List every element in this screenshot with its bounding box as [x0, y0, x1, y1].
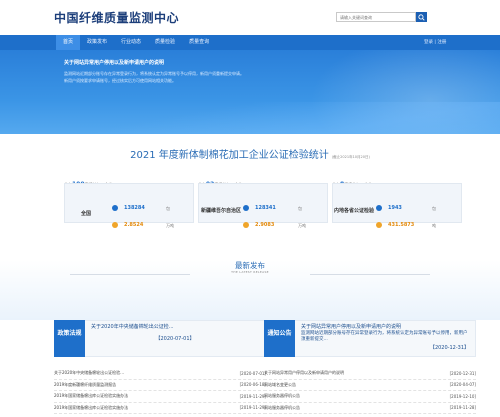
banner-title: 关于网站异常用户停用以及新申请用户的说明 — [64, 60, 165, 66]
weight-value: 2.8524 — [124, 222, 144, 228]
stats-subtitle: (截止2021年10月20日) — [331, 155, 370, 159]
site-header: 中国纤维质量监测中心 — [0, 0, 500, 35]
bullet-icon — [243, 222, 249, 228]
notice-list: 关于网站异常用户停用以及新申请用户的说明 [2020-12-31] 网站域名变更公… — [264, 368, 476, 414]
bales-unit: 包 — [432, 206, 436, 211]
bullet-icon — [243, 205, 249, 211]
featured-date: 【2020-07-01】 — [155, 336, 195, 342]
stat-label: 内地各省公证检验 — [334, 208, 375, 214]
stat-weight-row: 2.8524 — [112, 222, 143, 228]
stat-label: 新疆维吾尔自治区 — [201, 208, 242, 214]
main-nav: 首页 政策发布 行业动态 质量检验 质量查询 登录 | 注册 — [0, 35, 500, 50]
banner-line: 监测网站近期部分账号存在异常登录行为，将系统认定为异常账号予以停用，新用户须重新… — [64, 71, 244, 76]
banner-announcement[interactable]: 关于网站异常用户停用以及新申请用户的说明 监测网站近期部分账号存在异常登录行为，… — [64, 59, 344, 109]
stat-card-xinjiang[interactable] — [198, 183, 328, 223]
tab-policy[interactable]: 政策法规 — [54, 320, 85, 357]
stat-bales-row: 138284 — [112, 205, 145, 211]
search-input[interactable] — [337, 13, 415, 21]
divider — [310, 274, 430, 275]
notice-featured-item[interactable]: 关于网站异常用户停用以及新申请用户的说明 监测网站近期部分账号存在异常登录行为，… — [295, 320, 476, 357]
weight-unit: 万吨 — [166, 223, 174, 228]
list-item[interactable]: 网站域名变更公告 [2020-04-07] — [264, 380, 476, 391]
nav-item-industry[interactable]: 行业动态 — [114, 35, 148, 50]
stats-heading: 2021 年度新体制棉花加工企业公证检验统计 (截止2021年10月20日) — [0, 146, 500, 161]
nav-item-inspection[interactable]: 质量检验 — [148, 35, 182, 50]
stat-card-national[interactable] — [64, 183, 194, 223]
nav-item-home[interactable]: 首页 — [56, 35, 81, 50]
hero-banner: 关于网站异常用户停用以及新申请用户的说明 监测网站近期部分账号存在异常登录行为，… — [0, 50, 500, 134]
search-field-wrapper — [336, 12, 416, 22]
weight-unit: 吨 — [432, 223, 436, 228]
search-icon — [418, 13, 425, 21]
nav-item-query[interactable]: 质量查询 — [182, 35, 216, 50]
bullet-icon — [112, 222, 118, 228]
divider — [70, 274, 190, 275]
bales-value: 128341 — [255, 205, 276, 211]
list-item[interactable]: 关于网站异常用户停用以及新申请用户的说明 [2020-12-31] — [264, 368, 476, 380]
bullet-icon — [376, 222, 382, 228]
list-item[interactable]: 网站服务器停机公告 [2019-12-10] — [264, 391, 476, 403]
featured-date: 【2020-12-31】 — [429, 345, 469, 351]
stats-title: 2021 年度新体制棉花加工企业公证检验统计 — [130, 150, 329, 161]
bales-value: 138284 — [124, 205, 145, 211]
bales-unit: 包 — [166, 206, 170, 211]
weight-value: 2.9083 — [255, 222, 275, 228]
policy-list: 关于2020年中央储备棉轮出公证检验... [2020-07-01] 2019年度… — [54, 368, 266, 414]
site-title[interactable]: 中国纤维质量监测中心 — [54, 9, 179, 26]
list-item[interactable]: 2019年国家储备棉出库公证检验实施办法 [2019-11-29] — [54, 391, 266, 403]
stat-bales-row: 128341 — [243, 205, 276, 211]
notice-panel: 通知公告 关于网站异常用户停用以及新申请用户的说明 监测网站近期部分账号存在异常… — [264, 320, 476, 417]
bales-unit: 包 — [298, 206, 302, 211]
policy-featured-item[interactable]: 关于2020年中央储备棉轮出公证检... 【2020-07-01】 — [85, 320, 266, 357]
stat-weight-row: 2.9083 — [243, 222, 274, 228]
featured-text: 监测网站近期部分账号存在异常登录行为，将系统认定为异常账号予以停用，新用户须重新… — [301, 331, 468, 342]
latest-subtitle: THE LATEST RELEASE — [231, 270, 269, 274]
banner-line: 新用户须按要求申请账号，经过核实后方可使用网站相关功能。 — [64, 78, 176, 83]
policy-panel: 政策法规 关于2020年中央储备棉轮出公证检... 【2020-07-01】 关… — [54, 320, 266, 417]
bales-value: 1943 — [388, 205, 402, 211]
login-register-links[interactable]: 登录 | 注册 — [424, 35, 446, 50]
featured-title: 关于2020年中央储备棉轮出公证检... — [91, 324, 174, 330]
stat-bales-row: 1943 — [376, 205, 402, 211]
bullet-icon — [376, 205, 382, 211]
list-item[interactable]: 网站服务器停机公告 [2019-11-28] — [264, 403, 476, 414]
list-item[interactable]: 2019年度新疆棉纤维质量监测报告 [2020-06-18] — [54, 380, 266, 391]
stat-card-inland[interactable] — [332, 183, 462, 223]
nav-item-policy[interactable]: 政策发布 — [80, 35, 114, 50]
featured-title: 关于网站异常用户停用以及新申请用户的说明 — [301, 324, 402, 330]
list-item[interactable]: 2019年国家储备棉出库公证检验实施办法 [2019-11-29] — [54, 403, 266, 414]
bullet-icon — [112, 205, 118, 211]
stat-weight-row: 431.5873 — [376, 222, 414, 228]
tab-notice[interactable]: 通知公告 — [264, 320, 295, 357]
list-item[interactable]: 关于2020年中央储备棉轮出公证检验... [2020-07-01] — [54, 368, 266, 380]
stat-label: 全国 — [80, 211, 91, 217]
search-button[interactable] — [416, 12, 427, 22]
weight-value: 431.5873 — [388, 222, 415, 228]
weight-unit: 万吨 — [298, 223, 306, 228]
